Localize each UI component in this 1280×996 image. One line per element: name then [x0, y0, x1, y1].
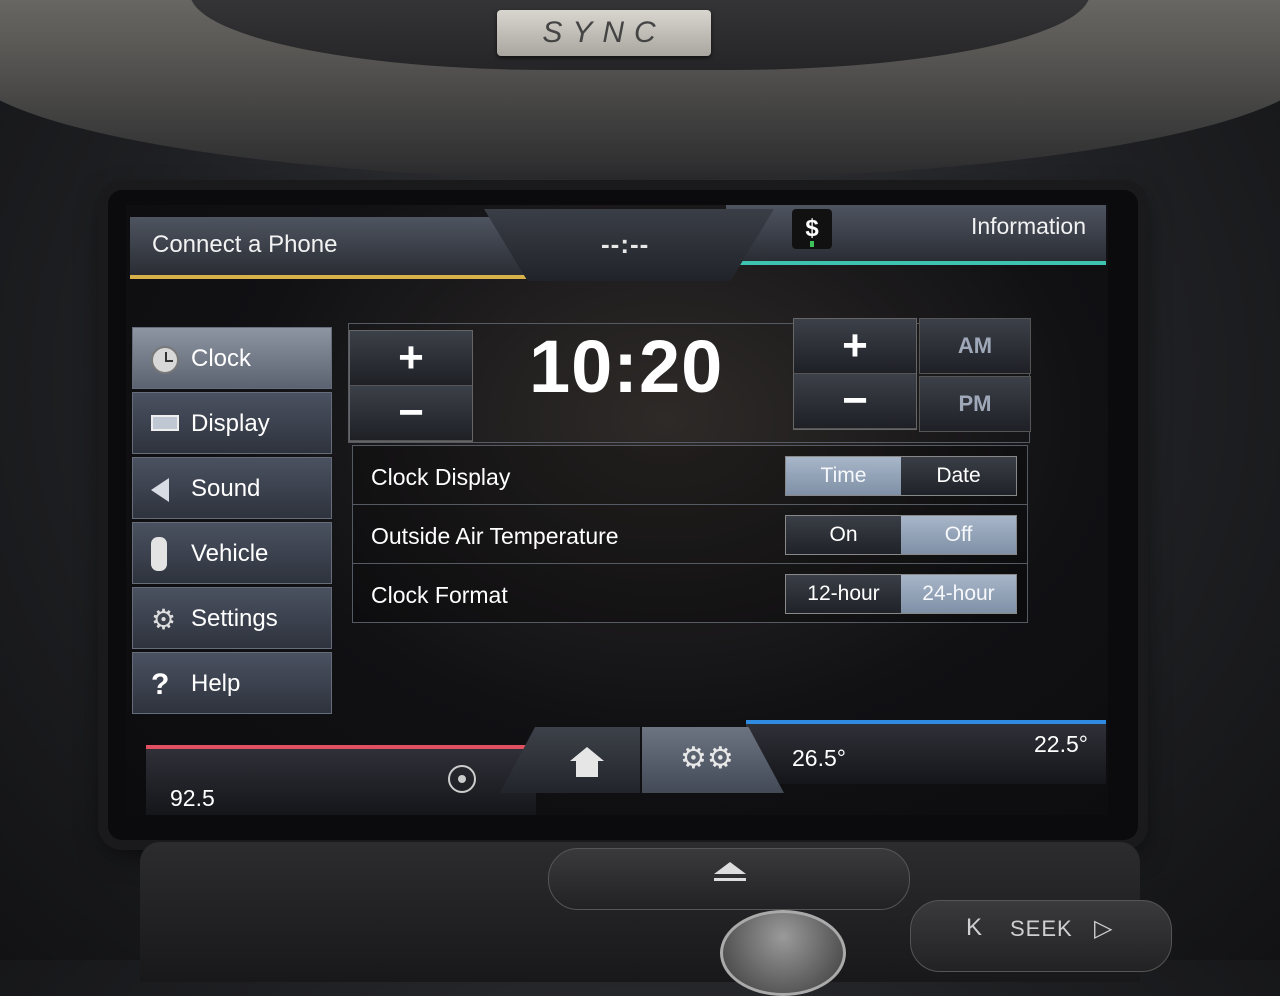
- display-icon: [151, 415, 179, 431]
- outside-temp-on-option[interactable]: On: [786, 516, 901, 554]
- bottom-bar: 92.5 ⚙⚙ 26.5° 22.5°: [126, 705, 1108, 815]
- help-icon: ?: [151, 668, 170, 701]
- dollar-icon[interactable]: $: [792, 209, 832, 249]
- row-label: Clock Format: [371, 582, 508, 608]
- clock-display-toggle: Time Date: [785, 456, 1017, 496]
- minute-stepper: + −: [793, 318, 917, 430]
- sidebar-item-label: Vehicle: [191, 540, 269, 567]
- radio-signal-icon: [448, 765, 476, 793]
- sidebar-item-display[interactable]: Display: [132, 392, 332, 454]
- sidebar-item-label: Display: [191, 410, 270, 437]
- car-icon: [151, 537, 167, 571]
- clock-icon: [151, 346, 179, 374]
- outside-air-temperature-row: Outside Air Temperature On Off: [352, 505, 1028, 564]
- passenger-temperature: 22.5°: [1034, 731, 1088, 757]
- pm-button[interactable]: PM: [919, 376, 1031, 432]
- clock-display-row: Clock Display Time Date: [352, 445, 1028, 505]
- seek-label: SEEK: [1010, 916, 1073, 941]
- sidebar-item-label: Sound: [191, 475, 261, 502]
- sync-logo: SYNC: [497, 10, 711, 56]
- minute-plus-button[interactable]: +: [794, 319, 916, 374]
- clock-display-date-option[interactable]: Date: [901, 457, 1016, 495]
- outside-temp-off-option[interactable]: Off: [901, 516, 1016, 554]
- hour-plus-button[interactable]: +: [350, 331, 472, 386]
- sidebar-item-settings[interactable]: ⚙ Settings: [132, 587, 332, 649]
- phone-button[interactable]: Connect a Phone: [130, 217, 530, 279]
- sidebar-item-sound[interactable]: Sound: [132, 457, 332, 519]
- outside-temp-toggle: On Off: [785, 515, 1017, 555]
- eject-icon: [712, 862, 748, 886]
- clock-format-12-option[interactable]: 12-hour: [786, 575, 901, 613]
- radio-frequency: 92.5: [170, 785, 215, 811]
- clock-format-row: Clock Format 12-hour 24-hour: [352, 564, 1028, 623]
- gear-icon: ⚙: [151, 604, 177, 635]
- sidebar-item-label: Clock: [191, 345, 252, 372]
- seek-prev-icon: K: [966, 914, 983, 941]
- clock-settings-list: Clock Display Time Date Outside Air Temp…: [352, 445, 1028, 623]
- speaker-icon: [151, 478, 169, 502]
- clock-time: 10:20: [529, 325, 724, 408]
- clock-format-toggle: 12-hour 24-hour: [785, 574, 1017, 614]
- hour-minus-button[interactable]: −: [350, 386, 472, 441]
- infotainment-screen: Connect a Phone Information --:-- $ Cloc…: [126, 205, 1108, 815]
- top-bar: Connect a Phone Information --:-- $: [126, 205, 1108, 285]
- row-label: Outside Air Temperature: [371, 523, 619, 549]
- driver-temperature: 26.5°: [792, 745, 846, 771]
- minute-minus-button[interactable]: −: [794, 374, 916, 429]
- clock-format-24-option[interactable]: 24-hour: [901, 575, 1016, 613]
- am-pm-selector: AM PM: [919, 318, 1031, 432]
- clock-set-panel: + − 10:20 + − AM PM: [348, 318, 1031, 443]
- clock-display-time-option[interactable]: Time: [786, 457, 901, 495]
- top-clock-display: --:--: [601, 229, 650, 259]
- phone-label: Connect a Phone: [152, 231, 338, 258]
- sidebar-item-label: Settings: [191, 605, 278, 632]
- settings-sidebar: Clock Display Sound Vehicle ⚙ Settings ?…: [132, 327, 332, 717]
- sidebar-item-vehicle[interactable]: Vehicle: [132, 522, 332, 584]
- row-label: Clock Display: [371, 464, 511, 490]
- sidebar-item-clock[interactable]: Clock: [132, 327, 332, 389]
- volume-knob[interactable]: [720, 910, 846, 996]
- seek-next-icon: ▷: [1094, 915, 1113, 942]
- gears-icon: ⚙⚙: [680, 742, 734, 775]
- sidebar-item-label: Help: [191, 670, 241, 697]
- home-icon: [570, 747, 604, 779]
- information-label: Information: [970, 213, 1086, 239]
- information-button[interactable]: Information: [726, 205, 1106, 265]
- hour-stepper: + −: [349, 330, 473, 442]
- am-button[interactable]: AM: [919, 318, 1031, 374]
